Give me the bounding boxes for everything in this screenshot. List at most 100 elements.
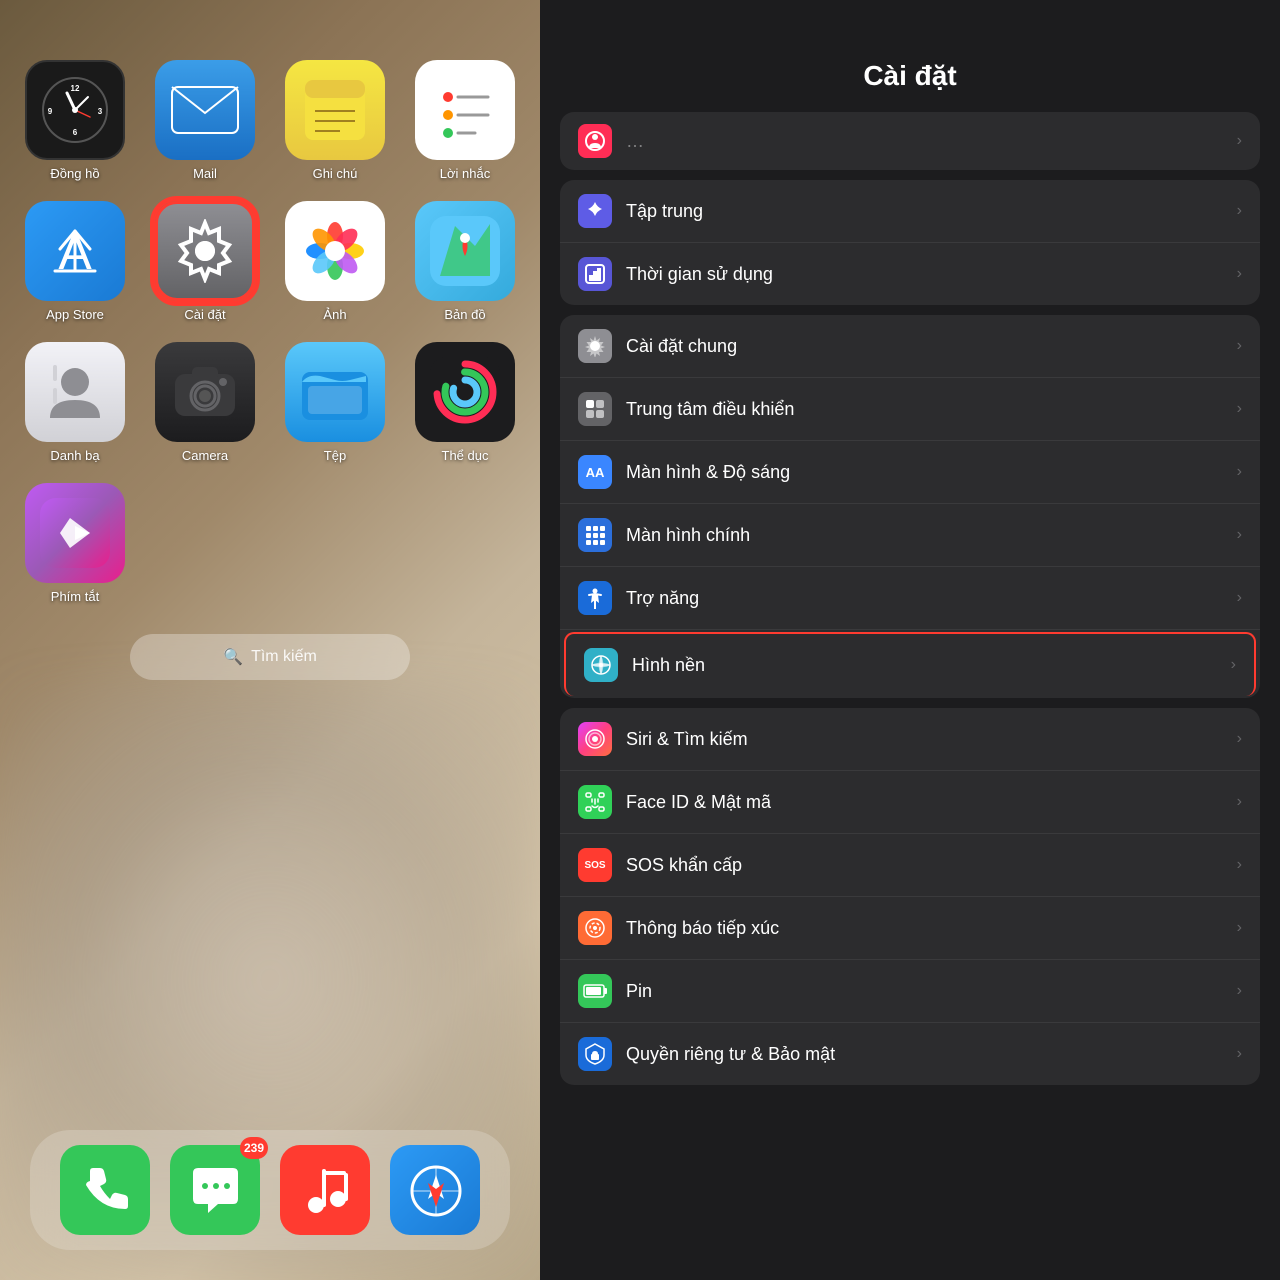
row-contact[interactable]: Thông báo tiếp xúc › — [560, 897, 1260, 960]
wallpaper-chevron: › — [1231, 656, 1236, 674]
app-grid: 12 6 9 3 Đồng hồ — [30, 60, 510, 604]
app-appstore[interactable]: A App Store — [20, 201, 130, 322]
app-fitness-label: Thể dục — [442, 448, 489, 463]
svg-text:3: 3 — [98, 107, 103, 116]
sos-label: SOS khẩn cấp — [626, 855, 1229, 876]
settings-header: Cài đặt — [540, 0, 1280, 112]
focus-icon — [578, 194, 612, 228]
app-clock-label: Đồng hồ — [50, 166, 99, 181]
app-shortcuts[interactable]: Phím tắt — [20, 483, 130, 604]
row-general[interactable]: Cài đặt chung › — [560, 315, 1260, 378]
faceid-chevron: › — [1237, 793, 1242, 811]
search-placeholder: Tìm kiếm — [251, 648, 317, 666]
app-appstore-label: App Store — [46, 307, 104, 322]
row-battery[interactable]: Pin › — [560, 960, 1260, 1023]
focus-label: Tập trung — [626, 201, 1229, 222]
app-clock[interactable]: 12 6 9 3 Đồng hồ — [20, 60, 130, 181]
contact-label: Thông báo tiếp xúc — [626, 918, 1229, 939]
row-control[interactable]: Trung tâm điều khiển › — [560, 378, 1260, 441]
screentime-icon — [578, 257, 612, 291]
group-siri: Siri & Tìm kiếm › F — [560, 708, 1260, 1085]
general-icon — [578, 329, 612, 363]
app-maps-label: Bản đồ — [444, 307, 485, 322]
privacy-chevron: › — [1237, 1045, 1242, 1063]
row-wallpaper[interactable]: Hình nền › — [564, 632, 1256, 696]
home-screen-panel: 12 6 9 3 Đồng hồ — [0, 0, 540, 1280]
partial-row[interactable]: … › — [560, 112, 1260, 170]
control-label: Trung tâm điều khiển — [626, 399, 1229, 420]
screentime-label: Thời gian sử dụng — [626, 264, 1229, 285]
battery-icon — [578, 974, 612, 1008]
settings-list: … › Tập trung › — [540, 112, 1280, 1280]
app-files[interactable]: Tệp — [280, 342, 390, 463]
partial-icon — [578, 124, 612, 158]
siri-chevron: › — [1237, 730, 1242, 748]
app-maps[interactable]: Bản đồ — [410, 201, 520, 322]
row-focus[interactable]: Tập trung › — [560, 180, 1260, 243]
dock-app-safari[interactable] — [390, 1145, 480, 1235]
wallpaper-icon — [584, 648, 618, 682]
app-reminders-label: Lời nhắc — [440, 166, 490, 181]
accessibility-icon — [578, 581, 612, 615]
row-privacy[interactable]: Quyền riêng tư & Bảo mật › — [560, 1023, 1260, 1085]
row-display[interactable]: AA Màn hình & Độ sáng › — [560, 441, 1260, 504]
svg-text:9: 9 — [48, 107, 53, 116]
row-siri[interactable]: Siri & Tìm kiếm › — [560, 708, 1260, 771]
app-notes-label: Ghi chú — [313, 166, 358, 181]
general-label: Cài đặt chung — [626, 336, 1229, 357]
app-settings[interactable]: Cài đặt — [150, 201, 260, 322]
faceid-label: Face ID & Mật mã — [626, 792, 1229, 813]
row-screentime[interactable]: Thời gian sử dụng › — [560, 243, 1260, 305]
dock-app-music[interactable] — [280, 1145, 370, 1235]
focus-chevron: › — [1237, 202, 1242, 220]
display-label: Màn hình & Độ sáng — [626, 462, 1229, 483]
display-chevron: › — [1237, 463, 1242, 481]
battery-chevron: › — [1237, 982, 1242, 1000]
control-icon — [578, 392, 612, 426]
messages-badge: 239 — [240, 1137, 268, 1159]
app-contacts[interactable]: Danh bạ — [20, 342, 130, 463]
homescreen-icon — [578, 518, 612, 552]
homescreen-label: Màn hình chính — [626, 525, 1229, 546]
group-focus: Tập trung › Thời gian sử dụng › — [560, 180, 1260, 305]
row-homescreen[interactable]: Màn hình chính › — [560, 504, 1260, 567]
partial-chevron: › — [1237, 132, 1242, 150]
dock: 239 — [30, 1130, 510, 1250]
sos-icon: SOS — [578, 848, 612, 882]
row-faceid[interactable]: Face ID & Mật mã › — [560, 771, 1260, 834]
screentime-chevron: › — [1237, 265, 1242, 283]
app-fitness[interactable]: Thể dục — [410, 342, 520, 463]
partial-group: … › — [560, 112, 1260, 170]
app-notes[interactable]: Ghi chú — [280, 60, 390, 181]
homescreen-chevron: › — [1237, 526, 1242, 544]
siri-label: Siri & Tìm kiếm — [626, 729, 1229, 750]
app-photos[interactable]: Ảnh — [280, 201, 390, 322]
app-shortcuts-label: Phím tắt — [51, 589, 99, 604]
accessibility-label: Trợ năng — [626, 588, 1229, 609]
dock-app-messages[interactable]: 239 — [170, 1145, 260, 1235]
app-mail[interactable]: Mail — [150, 60, 260, 181]
search-bar[interactable]: 🔍 Tìm kiếm — [130, 634, 410, 680]
accessibility-chevron: › — [1237, 589, 1242, 607]
svg-text:6: 6 — [73, 128, 78, 137]
display-icon: AA — [578, 455, 612, 489]
wallpaper-label: Hình nền — [632, 655, 1223, 676]
row-accessibility[interactable]: Trợ năng › — [560, 567, 1260, 630]
dock-app-phone[interactable] — [60, 1145, 150, 1235]
app-mail-label: Mail — [193, 166, 217, 181]
row-sos[interactable]: SOS SOS khẩn cấp › — [560, 834, 1260, 897]
battery-label: Pin — [626, 981, 1229, 1002]
app-photos-label: Ảnh — [323, 307, 346, 322]
control-chevron: › — [1237, 400, 1242, 418]
privacy-label: Quyền riêng tư & Bảo mật — [626, 1044, 1229, 1065]
app-files-label: Tệp — [324, 448, 346, 463]
general-chevron: › — [1237, 337, 1242, 355]
group-general: Cài đặt chung › Trung tâm điều khiển › — [560, 315, 1260, 698]
app-camera[interactable]: Camera — [150, 342, 260, 463]
contact-icon — [578, 911, 612, 945]
app-grid-container: 12 6 9 3 Đồng hồ — [0, 0, 540, 680]
sos-chevron: › — [1237, 856, 1242, 874]
app-contacts-label: Danh bạ — [50, 448, 99, 463]
siri-icon — [578, 722, 612, 756]
app-reminders[interactable]: Lời nhắc — [410, 60, 520, 181]
